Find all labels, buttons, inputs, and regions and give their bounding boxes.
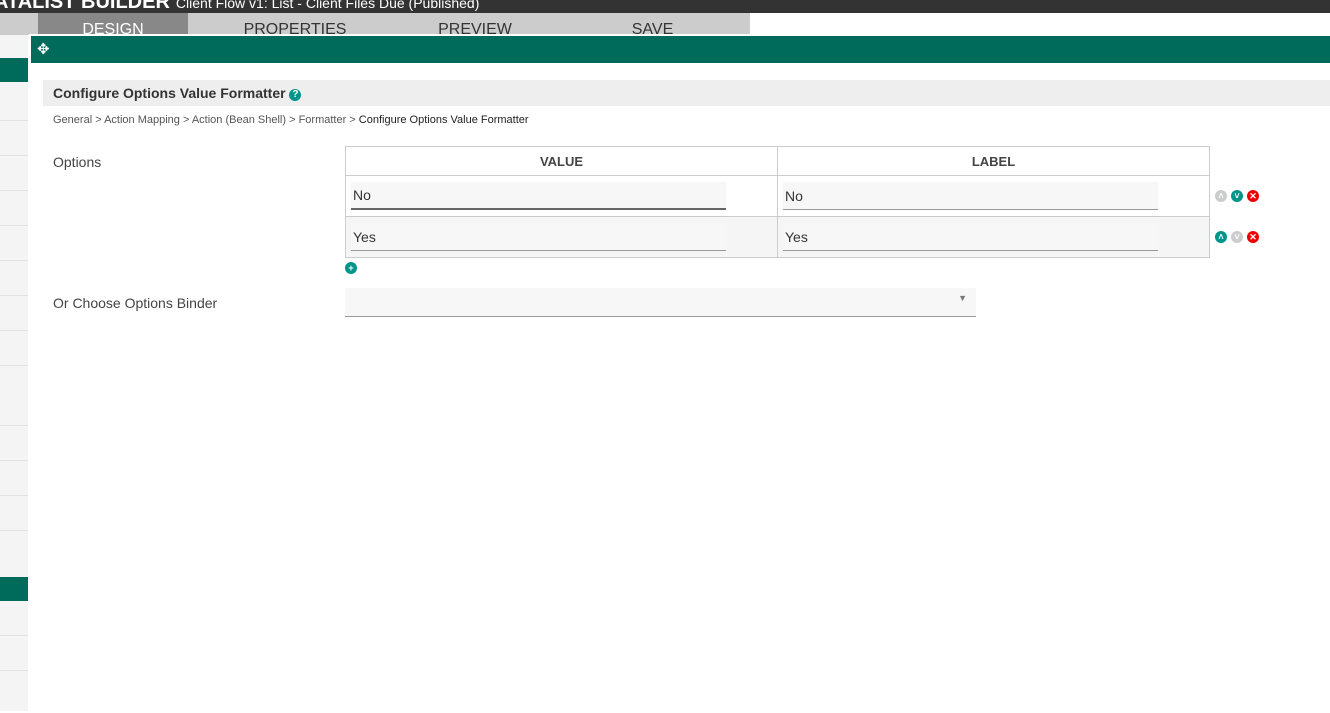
page-title: Configure Options Value Formatter ? xyxy=(43,80,1330,106)
options-label: Options xyxy=(53,154,102,170)
background-sidebar xyxy=(0,35,28,711)
page-title-text: Configure Options Value Formatter xyxy=(53,85,286,101)
table-row xyxy=(345,175,1210,217)
app-title: ATALIST BUILDER xyxy=(0,0,170,13)
app-subtitle: Client Flow v1: List - Client Files Due … xyxy=(175,0,480,11)
delete-icon[interactable]: ✕ xyxy=(1247,231,1259,243)
move-up-icon[interactable]: ˄ xyxy=(1215,190,1227,202)
move-down-icon[interactable]: ˅ xyxy=(1231,231,1243,243)
chevron-down-icon: ▼ xyxy=(958,293,967,303)
move-up-icon[interactable]: ˄ xyxy=(1215,231,1227,243)
value-input[interactable] xyxy=(351,223,726,251)
formatter-dialog: ✥ Configure Options Value Formatter ? Ge… xyxy=(29,34,1330,713)
label-input[interactable] xyxy=(783,223,1158,251)
breadcrumb-item[interactable]: Action (Bean Shell) xyxy=(192,114,286,126)
breadcrumb-item[interactable]: Action Mapping xyxy=(104,114,180,126)
breadcrumb-item[interactable]: General xyxy=(53,114,92,126)
label-input[interactable] xyxy=(783,182,1158,210)
add-row-button[interactable]: + xyxy=(345,258,361,276)
options-grid: VALUE LABEL xyxy=(345,146,1210,258)
breadcrumb: General > Action Mapping > Action (Bean … xyxy=(53,114,529,126)
tab-save[interactable]: SAVE xyxy=(570,13,735,35)
breadcrumb-item[interactable]: Formatter xyxy=(299,114,347,126)
dialog-drag-handle[interactable]: ✥ xyxy=(31,36,1330,63)
tab-design[interactable]: DESIGN xyxy=(38,13,188,35)
column-header-label: LABEL xyxy=(777,146,1210,176)
column-header-value: VALUE xyxy=(345,146,778,176)
value-input[interactable] xyxy=(351,182,726,210)
move-down-icon[interactable]: ˅ xyxy=(1231,190,1243,202)
plus-icon[interactable]: + xyxy=(345,262,357,274)
breadcrumb-current: Configure Options Value Formatter xyxy=(358,114,529,126)
row-actions: ˄ ˅ ✕ xyxy=(1215,227,1263,245)
app-header: ATALIST BUILDER Client Flow v1: List - Cl… xyxy=(0,0,1330,13)
builder-tabs: DESIGN PROPERTIES PREVIEW SAVE xyxy=(0,13,750,35)
binder-label: Or Choose Options Binder xyxy=(53,295,218,311)
move-icon[interactable]: ✥ xyxy=(37,41,50,58)
row-actions: ˄ ˅ ✕ xyxy=(1215,186,1263,204)
options-binder-select[interactable]: ▼ xyxy=(345,288,976,317)
help-icon[interactable]: ? xyxy=(289,89,302,101)
tab-properties[interactable]: PROPERTIES xyxy=(210,13,380,35)
tab-preview[interactable]: PREVIEW xyxy=(390,13,560,35)
delete-icon[interactable]: ✕ xyxy=(1247,190,1259,202)
table-row xyxy=(345,216,1210,258)
